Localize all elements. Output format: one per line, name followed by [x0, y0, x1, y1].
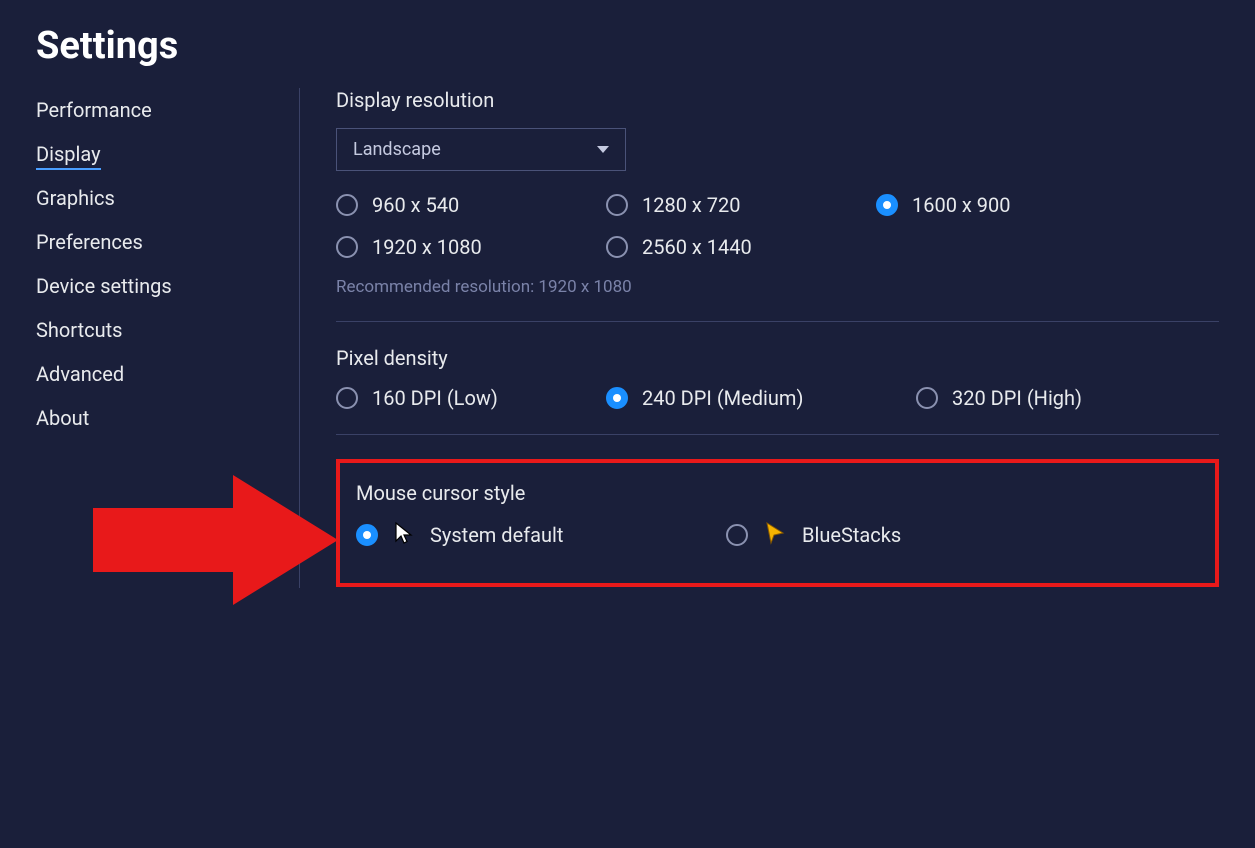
dpi-option-160[interactable]: 160 DPI (Low) — [336, 386, 606, 410]
sidebar-item-preferences[interactable]: Preferences — [36, 220, 263, 264]
radio-icon — [606, 194, 628, 216]
radio-icon — [726, 524, 748, 546]
radio-icon — [356, 524, 378, 546]
sidebar-item-about[interactable]: About — [36, 396, 263, 440]
sidebar-item-advanced[interactable]: Advanced — [36, 352, 263, 396]
chevron-down-icon — [597, 146, 609, 153]
mouse-cursor-section: Mouse cursor style System default — [336, 459, 1219, 587]
resolution-option-2560x1440[interactable]: 2560 x 1440 — [606, 235, 876, 259]
radio-icon — [606, 236, 628, 258]
recommended-resolution-text: Recommended resolution: 1920 x 1080 — [336, 277, 1219, 297]
radio-icon — [336, 236, 358, 258]
radio-icon — [336, 194, 358, 216]
system-cursor-icon — [394, 521, 414, 549]
radio-icon — [916, 387, 938, 409]
display-resolution-section: Display resolution Landscape 960 x 540 1… — [336, 88, 1219, 322]
mouse-cursor-heading: Mouse cursor style — [356, 481, 1199, 505]
orientation-select[interactable]: Landscape — [336, 128, 626, 171]
pixel-density-heading: Pixel density — [336, 346, 1219, 370]
resolution-option-960x540[interactable]: 960 x 540 — [336, 193, 606, 217]
sidebar-item-graphics[interactable]: Graphics — [36, 176, 263, 220]
cursor-option-system-default[interactable]: System default — [356, 521, 726, 549]
radio-icon — [876, 194, 898, 216]
radio-icon — [606, 387, 628, 409]
radio-icon — [336, 387, 358, 409]
sidebar-item-display[interactable]: Display — [36, 132, 263, 176]
sidebar-item-device-settings[interactable]: Device settings — [36, 264, 263, 308]
cursor-option-bluestacks[interactable]: BlueStacks — [726, 521, 1026, 549]
display-resolution-heading: Display resolution — [336, 88, 1219, 112]
annotation-arrow-icon — [83, 470, 343, 614]
bluestacks-cursor-icon — [764, 521, 786, 549]
dpi-option-320[interactable]: 320 DPI (High) — [916, 386, 1186, 410]
sidebar-item-shortcuts[interactable]: Shortcuts — [36, 308, 263, 352]
resolution-option-1280x720[interactable]: 1280 x 720 — [606, 193, 876, 217]
dpi-option-240[interactable]: 240 DPI (Medium) — [606, 386, 916, 410]
resolution-option-1600x900[interactable]: 1600 x 900 — [876, 193, 1146, 217]
pixel-density-section: Pixel density 160 DPI (Low) 240 DPI (Med… — [336, 346, 1219, 435]
orientation-selected-label: Landscape — [353, 139, 441, 160]
resolution-option-1920x1080[interactable]: 1920 x 1080 — [336, 235, 606, 259]
sidebar-item-performance[interactable]: Performance — [36, 88, 263, 132]
page-title: Settings — [0, 0, 1255, 88]
